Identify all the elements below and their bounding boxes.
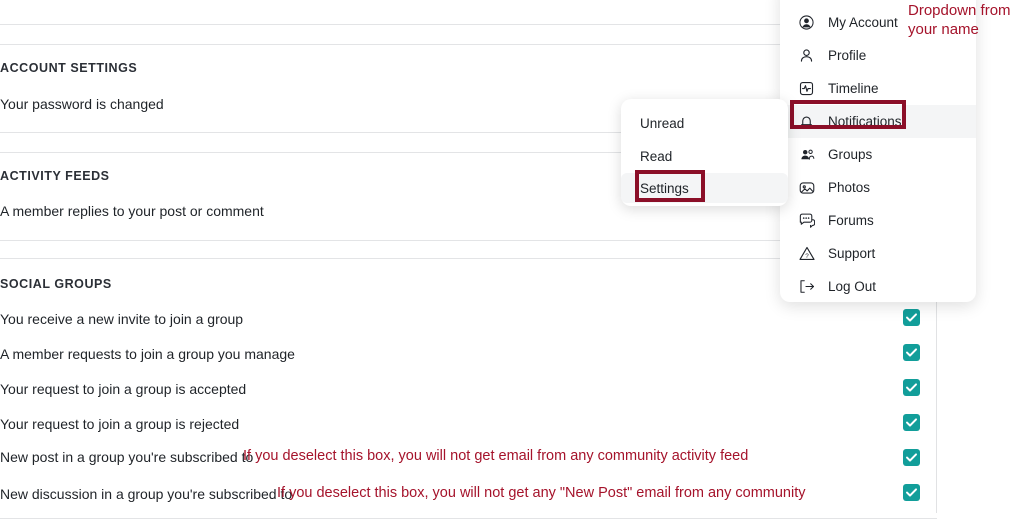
screen: ACCOUNT SETTINGS Your password is change… [0, 0, 1030, 528]
bell-icon [798, 113, 815, 130]
section-title-activity-feeds: ACTIVITY FEEDS [0, 169, 110, 183]
checkbox-new-discussion[interactable] [903, 484, 920, 501]
setting-row-label: A member replies to your post or comment [0, 203, 264, 219]
menu-item-label: Log Out [828, 279, 877, 294]
warning-icon: ? [798, 245, 815, 262]
photo-icon [798, 179, 815, 196]
annotation-line-1: Dropdown from [908, 2, 1011, 19]
section-title-social-groups: SOCIAL GROUPS [0, 277, 112, 291]
annotation-line-2: your name [908, 21, 979, 38]
checkbox-request-accepted[interactable] [903, 379, 920, 396]
submenu-item-label: Settings [640, 180, 689, 196]
menu-item-groups[interactable]: Groups [780, 138, 976, 171]
menu-item-photos[interactable]: Photos [780, 171, 976, 204]
menu-item-label: Timeline [828, 81, 879, 96]
checkbox-join-request-manage[interactable] [903, 344, 920, 361]
submenu-item-label: Unread [640, 115, 685, 131]
setting-row-label: Your password is changed [0, 96, 164, 112]
chat-icon [798, 212, 815, 229]
user-circle-icon [798, 14, 815, 31]
menu-item-timeline[interactable]: Timeline [780, 72, 976, 105]
submenu-item-read[interactable]: Read [621, 141, 788, 171]
svg-text:?: ? [805, 253, 809, 260]
checkbox-new-invite[interactable] [903, 309, 920, 326]
section-title-account-settings: ACCOUNT SETTINGS [0, 61, 138, 75]
submenu-item-settings[interactable]: Settings [621, 173, 788, 203]
menu-item-label: Support [828, 246, 876, 261]
menu-item-label: Groups [828, 147, 873, 162]
menu-item-support[interactable]: ? Support [780, 237, 976, 270]
menu-item-profile[interactable]: Profile [780, 39, 976, 72]
setting-row-label: Your request to join a group is accepted [0, 381, 247, 397]
annotation-dropdown-note: Dropdown from your name [908, 1, 1030, 39]
activity-icon [798, 80, 815, 97]
menu-item-forums[interactable]: Forums [780, 204, 976, 237]
menu-item-label: My Account [828, 15, 898, 30]
checkbox-new-post[interactable] [903, 449, 920, 466]
logout-icon [798, 278, 815, 295]
menu-item-label: Profile [828, 48, 867, 63]
submenu-item-unread[interactable]: Unread [621, 108, 788, 138]
panel-edge-divider [936, 302, 937, 513]
user-icon [798, 47, 815, 64]
checkbox-request-rejected[interactable] [903, 414, 920, 431]
menu-item-log-out[interactable]: Log Out [780, 270, 976, 303]
submenu-item-label: Read [640, 148, 673, 164]
setting-row-label: A member requests to join a group you ma… [0, 346, 295, 362]
annotation-note: If you deselect this box, you will not g… [243, 448, 749, 464]
annotation-note: If you deselect this box, you will not g… [277, 485, 806, 501]
menu-item-label: Notifications [828, 114, 902, 129]
setting-row-label: New discussion in a group you're subscri… [0, 486, 293, 502]
menu-item-label: Photos [828, 180, 871, 195]
setting-row-label: You receive a new invite to join a group [0, 311, 244, 327]
setting-row-label: New post in a group you're subscribed to [0, 449, 254, 465]
setting-row-label: Your request to join a group is rejected [0, 416, 240, 432]
menu-item-label: Forums [828, 213, 874, 228]
account-dropdown-menu: My Account Profile Timeline Notification… [780, 0, 976, 302]
people-icon [798, 146, 815, 163]
divider [0, 518, 937, 519]
notifications-submenu: Unread Read Settings [621, 99, 788, 206]
menu-item-notifications[interactable]: Notifications [780, 105, 976, 138]
